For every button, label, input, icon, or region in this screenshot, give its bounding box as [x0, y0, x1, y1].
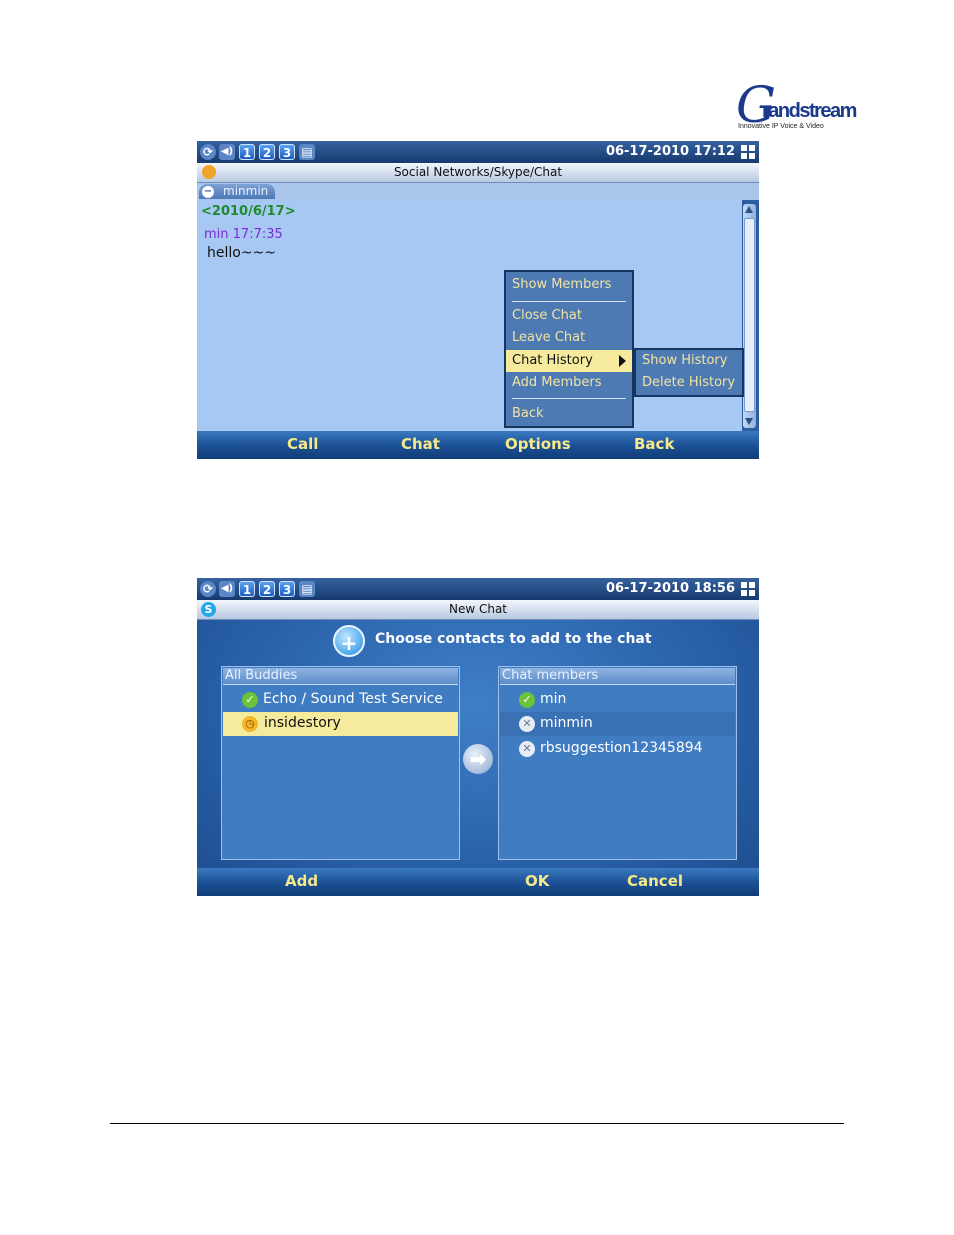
title-bar: Social Networks/Skype/Chat	[197, 163, 759, 183]
scroll-thumb[interactable]	[744, 218, 755, 412]
menu-separator	[512, 301, 626, 302]
member-row[interactable]: ✕ minmin	[500, 712, 735, 736]
chat-message: hello~~~	[207, 245, 277, 261]
menu-item-add-members[interactable]: Add Members	[506, 372, 632, 394]
submenu-item-delete-history[interactable]: Delete History	[636, 372, 742, 394]
menu-item-chat-history[interactable]: Chat History	[506, 350, 632, 372]
chat-tab-label: minmin	[223, 184, 269, 198]
folder-icon: ▤	[299, 144, 315, 160]
chat-members-list: Chat members ✓ min ✕ minmin ✕ rbsuggesti…	[498, 666, 737, 860]
member-name: min	[540, 691, 567, 707]
submenu-arrow-icon	[619, 355, 626, 367]
logo-tagline: Innovative IP Voice & Video	[738, 123, 824, 130]
menu-item-show-members[interactable]: Show Members	[506, 274, 632, 296]
chat-tab-minmin[interactable]: − minmin	[199, 184, 275, 199]
page-title: Social Networks/Skype/Chat	[393, 165, 563, 179]
line-2-icon: 2	[259, 144, 275, 160]
status-bar: ⟳ ◀) 1 2 3 ▤ 06-17-2010 17:12	[197, 141, 759, 163]
menu-grid-icon	[741, 582, 755, 596]
line-3-icon: 3	[279, 581, 295, 597]
datetime: 06-17-2010 18:56	[605, 581, 735, 596]
softkey-call[interactable]: Call	[287, 435, 318, 453]
line-3-icon: 3	[279, 144, 295, 160]
grandstream-logo: G randstream Innovative IP Voice & Video	[736, 80, 857, 136]
datetime: 06-17-2010 17:12	[605, 144, 735, 159]
chat-members-header-label: Chat members	[502, 668, 599, 683]
new-chat-screen: ⟳ ◀) 1 2 3 ▤ 06-17-2010 18:56 New Chat S…	[197, 578, 759, 896]
chat-tab-row: − minmin	[197, 183, 759, 200]
line-1-icon: 1	[239, 581, 255, 597]
all-buddies-header-label: All Buddies	[225, 668, 298, 683]
sync-icon: ⟳	[200, 581, 216, 597]
scroll-up-icon[interactable]	[745, 206, 753, 213]
title-bar: New Chat	[197, 600, 759, 620]
softkey-bar: Call Chat Options Back	[197, 431, 759, 459]
buddy-row-selected[interactable]: ◷ insidestory	[223, 712, 458, 736]
logo-word: randstream	[762, 100, 857, 122]
speaker-icon: ◀)	[219, 581, 235, 597]
softkey-add[interactable]: Add	[285, 872, 318, 890]
chat-members-header: Chat members	[500, 668, 735, 685]
add-arrow-icon[interactable]: ➡	[463, 744, 493, 774]
buddy-name: Echo / Sound Test Service	[263, 691, 443, 707]
scroll-down-icon[interactable]	[745, 418, 753, 425]
line-2-icon: 2	[259, 581, 275, 597]
line-1-icon: 1	[239, 144, 255, 160]
softkey-options[interactable]: Options	[505, 435, 571, 453]
member-name: rbsuggestion12345894	[540, 740, 703, 756]
status-bar: ⟳ ◀) 1 2 3 ▤ 06-17-2010 18:56	[197, 578, 759, 600]
menu-item-leave-chat[interactable]: Leave Chat	[506, 327, 632, 349]
menu-item-back[interactable]: Back	[506, 403, 632, 425]
offline-x-icon: ✕	[519, 741, 535, 757]
prompt-text: Choose contacts to add to the chat	[375, 631, 652, 647]
chat-history-submenu: Show History Delete History	[634, 348, 744, 397]
skype-icon: S	[201, 602, 216, 617]
footer-rule	[110, 1123, 844, 1124]
chat-screen: ⟳ ◀) 1 2 3 ▤ 06-17-2010 17:12 Social Net…	[197, 141, 759, 459]
member-row[interactable]: ✕ rbsuggestion12345894	[500, 737, 735, 761]
online-check-icon: ✓	[242, 692, 258, 708]
member-row[interactable]: ✓ min	[500, 688, 735, 712]
all-buddies-list: All Buddies ✓ Echo / Sound Test Service …	[221, 666, 460, 860]
page-title: New Chat	[448, 602, 508, 616]
menu-separator	[512, 398, 626, 399]
folder-icon: ▤	[299, 581, 315, 597]
softkey-bar: Add OK Cancel	[197, 868, 759, 896]
minus-icon: −	[202, 186, 214, 198]
menu-item-chat-history-label: Chat History	[512, 353, 593, 368]
chat-scrollbar[interactable]	[743, 204, 756, 428]
softkey-ok[interactable]: OK	[525, 872, 549, 890]
softkey-chat[interactable]: Chat	[401, 435, 440, 453]
chat-date: <2010/6/17>	[201, 204, 296, 219]
offline-x-icon: ✕	[519, 716, 535, 732]
submenu-item-show-history[interactable]: Show History	[636, 350, 742, 372]
buddy-name: insidestory	[264, 715, 341, 731]
menu-item-close-chat[interactable]: Close Chat	[506, 305, 632, 327]
buddy-row[interactable]: ✓ Echo / Sound Test Service	[223, 688, 458, 712]
options-menu: Show Members Close Chat Leave Chat Chat …	[504, 270, 634, 428]
softkey-cancel[interactable]: Cancel	[627, 872, 683, 890]
menu-grid-icon	[741, 145, 755, 159]
member-name: minmin	[540, 715, 593, 731]
softkey-back[interactable]: Back	[634, 435, 674, 453]
chat-sender: min 17:7:35	[204, 227, 283, 242]
sync-icon: ⟳	[200, 144, 216, 160]
add-chat-icon: +	[333, 625, 365, 657]
away-clock-icon: ◷	[242, 716, 258, 732]
online-check-icon: ✓	[519, 692, 535, 708]
all-buddies-header: All Buddies	[223, 668, 458, 685]
speaker-icon: ◀)	[219, 144, 235, 160]
